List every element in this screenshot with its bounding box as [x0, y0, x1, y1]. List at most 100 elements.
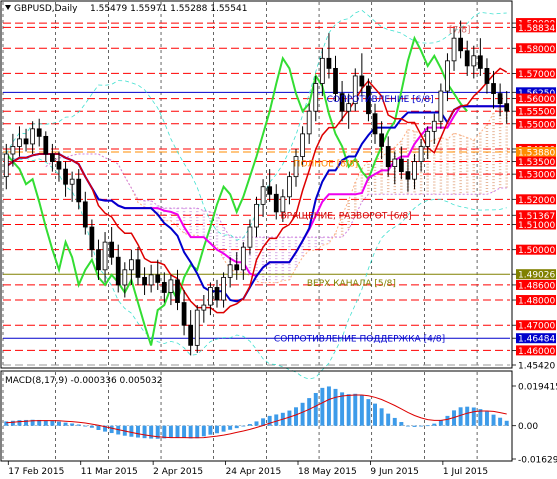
candle-body: [254, 203, 259, 228]
macd-histogram-bar: [504, 420, 509, 426]
price-label: 1.46484: [518, 335, 555, 345]
candle-body: [36, 128, 42, 137]
candle-body: [155, 274, 161, 283]
level-annotation: [7/8]: [449, 25, 471, 35]
macd-histogram-bar: [221, 425, 226, 432]
candle-body: [247, 226, 253, 248]
candle-body: [425, 130, 431, 147]
macd-histogram-bar: [399, 422, 404, 426]
candle-body: [148, 274, 154, 286]
level-annotation: СОПРОТИВЛЕНИЕ ПОДДЕРЖКА [4/8]: [274, 334, 445, 344]
macd-histogram-bar: [129, 425, 134, 437]
candle-body: [280, 196, 286, 213]
candle-body: [234, 264, 240, 271]
candle-body: [451, 37, 457, 62]
candle-body: [135, 259, 141, 278]
macd-header: MACD(8,17,9) -0.000336 0.005032: [5, 376, 162, 386]
candle-body: [385, 146, 391, 167]
level-annotation: ВРАЩЕНИЕ, РАЗВОРОТ [6/8]: [281, 212, 412, 222]
candle-body: [379, 133, 384, 147]
candle-body: [491, 83, 496, 94]
candle-body: [372, 113, 378, 135]
candle-body: [201, 304, 207, 311]
macd-histogram-bar: [484, 411, 489, 426]
candle-body: [392, 158, 398, 167]
candle-body: [458, 37, 463, 52]
macd-histogram-bar: [340, 392, 345, 426]
macd-histogram-bar: [300, 402, 305, 426]
macd-histogram-bar: [175, 425, 180, 438]
candle-body: [445, 60, 450, 92]
candle-body: [221, 276, 226, 301]
candle-body: [214, 287, 220, 301]
macd-histogram-bar: [182, 425, 187, 438]
candle-body: [43, 135, 49, 155]
candle-body: [287, 176, 292, 198]
macd-histogram-bar: [313, 392, 318, 426]
macd-axis-label: 0.00: [518, 422, 538, 432]
candle-body: [398, 158, 404, 173]
macd-histogram-bar: [287, 410, 292, 426]
candle-body: [168, 279, 174, 293]
macd-histogram-bar: [458, 407, 463, 426]
macd-histogram-bar: [234, 425, 239, 429]
candle-body: [23, 138, 29, 145]
candle-body: [497, 93, 503, 105]
candle-body: [484, 67, 490, 84]
macd-histogram-bar: [70, 423, 75, 426]
price-label: 1.56000: [518, 95, 555, 105]
candle-body: [122, 269, 128, 286]
macd-histogram-bar: [43, 420, 48, 426]
date-label: 9 Jun 2015: [370, 467, 418, 477]
candle-body: [76, 178, 82, 203]
candle-body: [188, 324, 194, 346]
macd-histogram-bar: [89, 425, 94, 428]
candle-body: [306, 110, 312, 135]
macd-histogram-bar: [366, 399, 371, 426]
level-annotation: ПОЛНОЕ [8/8]: [294, 159, 359, 169]
candle-body: [405, 171, 411, 180]
candle-body: [326, 57, 332, 69]
level-annotation: СОПРОТИВЛЕНИЕ [6/8]: [327, 95, 434, 105]
macd-histogram-bar: [208, 425, 213, 435]
macd-histogram-bar: [136, 425, 140, 438]
candle-body: [412, 161, 417, 180]
price-label: 1.57000: [518, 70, 555, 80]
date-label: 24 Apr 2015: [226, 467, 282, 477]
date-label: 11 Mar 2015: [81, 467, 138, 477]
macd-histogram-bar: [149, 425, 154, 439]
macd-histogram-bar: [432, 423, 437, 426]
candle-body: [3, 153, 9, 178]
macd-histogram-bar: [373, 403, 377, 426]
macd-histogram-bar: [109, 425, 114, 434]
price-label: 1.45420: [518, 362, 555, 372]
macd-axis-label: 0.019415: [518, 383, 557, 393]
price-label: 1.55000: [518, 120, 555, 130]
date-label: 17 Feb 2015: [8, 467, 64, 477]
macd-histogram-bar: [307, 398, 312, 426]
candle-body: [260, 186, 266, 205]
macd-histogram-bar: [425, 425, 430, 427]
macd-histogram-bar: [392, 417, 397, 426]
macd-histogram-bar: [491, 414, 496, 426]
macd-histogram-bar: [10, 420, 15, 426]
candle-body: [175, 279, 180, 303]
candle-body: [240, 246, 246, 271]
candle-body: [208, 287, 213, 306]
price-label: 1.48000: [518, 297, 555, 307]
candle-body: [109, 241, 115, 258]
candle-body: [129, 259, 134, 271]
candle-body: [82, 201, 88, 228]
price-label: 1.53000: [518, 171, 555, 181]
candle-body: [115, 256, 121, 286]
forex-chart[interactable]: [7/8] СОПРОТИВЛЕНИЕ [6/8] ПОЛНОЕ [8/8] ВРАЩ…: [0, 0, 557, 479]
macd-histogram-bar: [17, 420, 22, 426]
macd-histogram-bar: [419, 425, 424, 427]
price-label: 1.58000: [518, 45, 555, 55]
macd-histogram-bar: [386, 413, 391, 426]
candle-body: [30, 128, 36, 145]
candle-body: [418, 146, 424, 162]
date-label: 2 Apr 2015: [153, 467, 203, 477]
macd-histogram-bar: [195, 425, 200, 439]
candle-body: [89, 226, 95, 251]
